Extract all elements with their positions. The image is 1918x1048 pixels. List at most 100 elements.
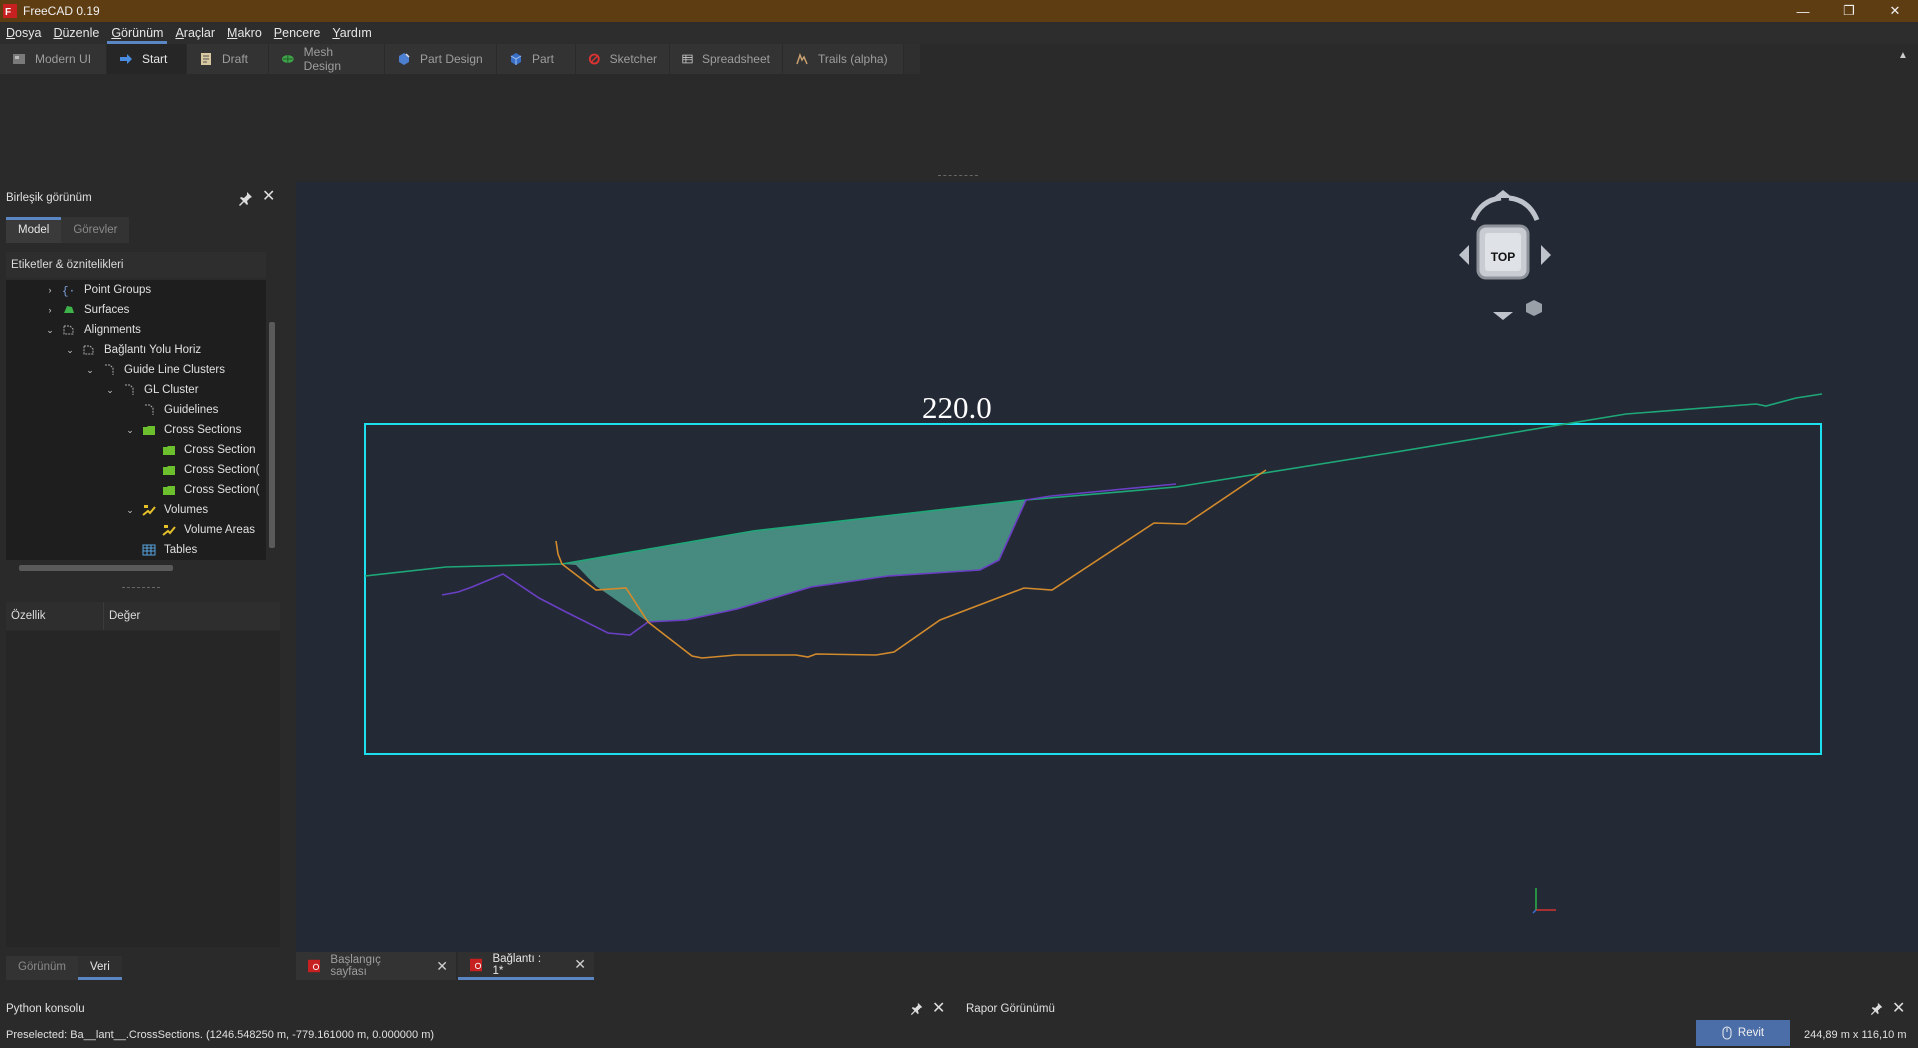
start-arrow-icon [120,54,132,64]
scrollbar-thumb[interactable] [269,322,275,548]
toolbar-area [0,74,1918,181]
tree-vertical-scrollbar[interactable] [266,252,280,560]
toolbar-splitter[interactable] [938,175,978,179]
menu-yardim[interactable]: Yardım [326,22,377,44]
preselection-status: Preselected: Ba__lant__.CrossSections. (… [6,1029,435,1041]
combo-tabs: Model Görevler [6,217,130,243]
folder-icon [163,466,175,475]
tree-item-tables[interactable]: Tables [124,540,197,560]
close-tab-icon[interactable]: ✕ [574,956,586,973]
pin-icon[interactable] [910,1001,924,1015]
tab-mesh-design[interactable]: Mesh Design [269,44,385,74]
freecad-doc-icon [308,959,321,973]
workbench-tab-bar: Modern UI Start Draft Mesh Design Part D… [0,44,920,74]
tab-model[interactable]: Model [6,217,62,243]
navcube-top-label: TOP [1491,250,1515,264]
spreadsheet-icon [682,54,693,64]
point-groups-icon: {·} [62,286,76,297]
tab-draft[interactable]: Draft [187,44,269,74]
console-panel-bar [0,990,1918,1026]
close-tab-icon[interactable]: ✕ [436,958,448,975]
tab-spreadsheet[interactable]: Spreadsheet [670,44,783,74]
tree-item-guidelines[interactable]: Guidelines [124,400,218,420]
column-deger[interactable]: Değer [104,602,140,630]
draft-icon [201,53,211,65]
tree-item-cross-sections[interactable]: ⌄ Cross Sections [124,420,241,440]
3d-viewport[interactable]: 220.0 TOP [296,182,1918,952]
tree-header: Etiketler & öznitelikleri [6,252,280,278]
tab-trails[interactable]: Trails (alpha) [783,44,904,74]
volumes-icon [162,525,176,536]
expander-icon[interactable]: ⌄ [64,340,76,360]
table-icon [142,544,156,556]
part-design-icon [399,53,410,65]
pin-icon[interactable] [238,190,254,206]
tree-item-point-groups[interactable]: › {·} Point Groups [44,280,152,300]
tab-modern-ui[interactable]: Modern UI [0,44,107,74]
expander-icon[interactable]: ⌄ [124,500,136,520]
column-ozellik[interactable]: Özellik [6,602,104,630]
tab-gorevler[interactable]: Görevler [61,217,130,243]
tab-veri[interactable]: Veri [77,956,122,980]
close-icon[interactable]: ✕ [932,998,945,1018]
trails-icon [796,52,808,65]
tab-start[interactable]: Start [107,44,187,74]
expander-icon[interactable]: › [44,280,56,300]
scrollbar-thumb[interactable] [19,565,173,571]
guideline-clusters-icon [105,364,114,375]
viewport-canvas: 220.0 TOP [296,182,1918,952]
menu-bar: Dosya Düzenle Görünüm Araçlar Makro Penc… [0,22,1918,44]
tab-baglanti-document[interactable]: Bağlantı : 1* ✕ [458,952,594,980]
menu-dosya[interactable]: Dosya [0,22,47,44]
model-tree: › {·} Point Groups › Surfaces ⌄ Alignmen… [6,280,268,560]
menu-pencere[interactable]: Pencere [268,22,327,44]
tree-item-volumes[interactable]: ⌄ Volumes [124,500,208,520]
menu-gorunum[interactable]: Görünüm [105,22,169,44]
close-icon[interactable]: ✕ [1892,998,1905,1018]
tree-item-gl-cluster[interactable]: ⌄ GL Cluster [104,380,198,400]
tab-part[interactable]: Part [497,44,576,74]
window-title: FreeCAD 0.19 [23,4,100,18]
tab-part-design[interactable]: Part Design [385,44,497,74]
expander-icon[interactable]: ⌄ [104,380,116,400]
svg-text:F: F [5,7,11,18]
tree-item-cross-section[interactable]: Cross Section( [144,480,259,500]
pin-icon[interactable] [1870,1001,1884,1015]
tree-item-guideline-clusters[interactable]: ⌄ Guide Line Clusters [84,360,225,380]
alignments-icon [63,325,74,335]
menu-araclar[interactable]: Araçlar [169,22,221,44]
combo-close-icon[interactable]: ✕ [262,189,278,205]
close-window-button[interactable]: ✕ [1872,0,1918,22]
collapse-arrow-icon[interactable]: ▲ [1898,50,1912,64]
tree-item-alignments[interactable]: ⌄ Alignments [44,320,141,340]
menu-makro[interactable]: Makro [221,22,268,44]
tab-start-page[interactable]: Başlangıç sayfası ✕ [296,952,456,980]
tree-item-cross-section[interactable]: Cross Section [144,440,256,460]
tree-item-cross-section[interactable]: Cross Section( [144,460,259,480]
property-table-header: Özellik Değer [6,602,280,630]
alignment-icon [83,345,94,355]
expander-icon[interactable]: ⌄ [124,420,136,440]
tree-item-surfaces[interactable]: › Surfaces [44,300,130,320]
expander-icon[interactable]: ⌄ [44,320,56,340]
expander-icon[interactable]: › [44,300,56,320]
surfaces-icon [64,306,74,313]
folder-icon [163,486,175,495]
expander-icon[interactable]: ⌄ [84,360,96,380]
tree-item-alignment[interactable]: ⌄ Bağlantı Yolu Horiz [64,340,201,360]
tab-sketcher[interactable]: Sketcher [576,44,670,74]
tree-item-volume-areas[interactable]: Volume Areas [144,520,255,540]
tab-gorunum[interactable]: Görünüm [6,956,78,980]
navigation-style-button[interactable]: Revit [1696,1020,1790,1046]
maximize-button[interactable]: ❐ [1826,0,1872,22]
menu-duzenle[interactable]: Düzenle [47,22,105,44]
sketcher-icon [588,53,600,65]
freecad-logo-icon: F [3,4,17,18]
minimize-button[interactable]: — [1780,0,1826,22]
part-cube-icon [510,53,522,65]
folder-icon [163,446,175,455]
elevation-label: 220.0 [922,390,992,425]
property-splitter[interactable] [122,587,160,589]
tree-horizontal-scrollbar[interactable] [6,561,266,575]
folder-icon [143,426,155,435]
